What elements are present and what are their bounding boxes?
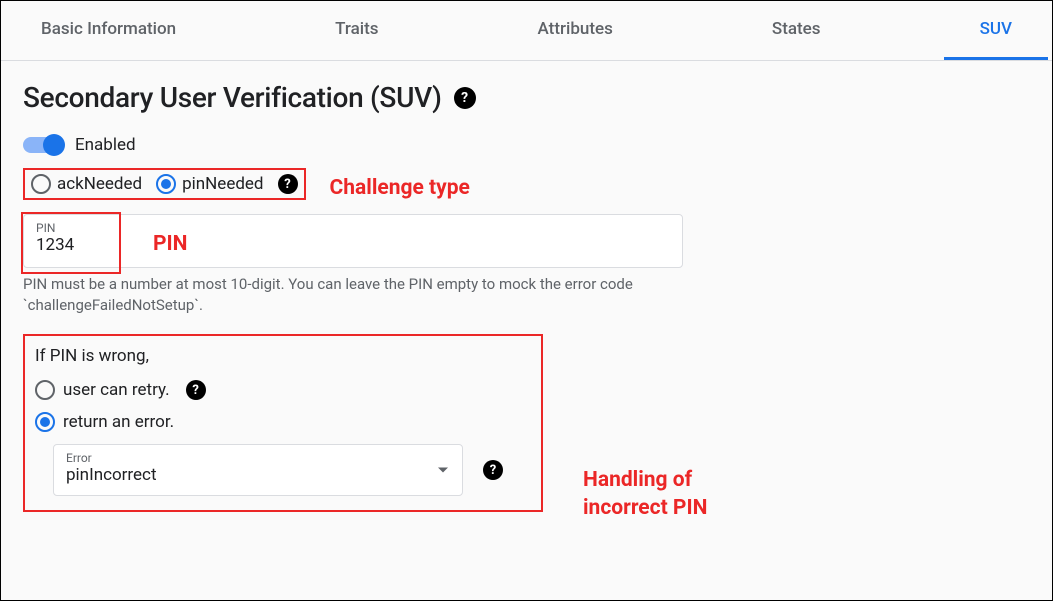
tab-traits[interactable]: Traits <box>299 1 414 60</box>
annotation-challenge-type: Challenge type <box>330 176 470 200</box>
radio-pin-needed-label: pinNeeded <box>182 174 263 194</box>
pin-input[interactable]: PIN 1234 <box>23 214 683 268</box>
radio-inner-dot <box>40 417 50 427</box>
help-icon[interactable]: ? <box>483 460 503 480</box>
challenge-type-radio-group: ackNeeded pinNeeded ? <box>23 168 306 200</box>
annotation-pin: PIN <box>153 232 188 256</box>
tab-suv[interactable]: SUV <box>944 1 1048 60</box>
error-select[interactable]: Error pinIncorrect <box>53 444 463 496</box>
radio-ack-needed[interactable] <box>31 174 51 194</box>
pin-input-label: PIN <box>36 221 55 235</box>
error-select-label: Error <box>66 451 92 465</box>
enabled-toggle[interactable] <box>23 134 65 156</box>
pin-input-value: 1234 <box>36 235 74 255</box>
tab-attributes[interactable]: Attributes <box>502 1 649 60</box>
help-icon[interactable]: ? <box>278 174 298 194</box>
help-icon[interactable]: ? <box>186 380 206 400</box>
page-title: Secondary User Verification (SUV) <box>23 81 442 114</box>
incorrect-pin-section: If PIN is wrong, user can retry. ? retur… <box>23 334 543 512</box>
radio-return-error-label: return an error. <box>63 412 174 432</box>
error-select-value: pinIncorrect <box>66 465 157 485</box>
radio-return-error[interactable] <box>35 412 55 432</box>
annotation-incorrect-pin: Handling of incorrect PIN <box>583 466 707 523</box>
radio-user-retry-label: user can retry. <box>63 380 170 400</box>
chevron-down-icon <box>438 468 448 473</box>
help-icon[interactable]: ? <box>454 87 476 109</box>
enabled-toggle-label: Enabled <box>75 135 136 155</box>
tab-basic-information[interactable]: Basic Information <box>5 1 212 60</box>
radio-user-retry[interactable] <box>35 380 55 400</box>
tab-states[interactable]: States <box>736 1 857 60</box>
toggle-thumb <box>43 134 65 156</box>
pin-helper-text: PIN must be a number at most 10-digit. Y… <box>23 274 683 316</box>
radio-inner-dot <box>161 179 171 189</box>
incorrect-pin-prompt: If PIN is wrong, <box>35 346 531 366</box>
radio-pin-needed[interactable] <box>156 174 176 194</box>
radio-ack-needed-label: ackNeeded <box>57 174 142 194</box>
